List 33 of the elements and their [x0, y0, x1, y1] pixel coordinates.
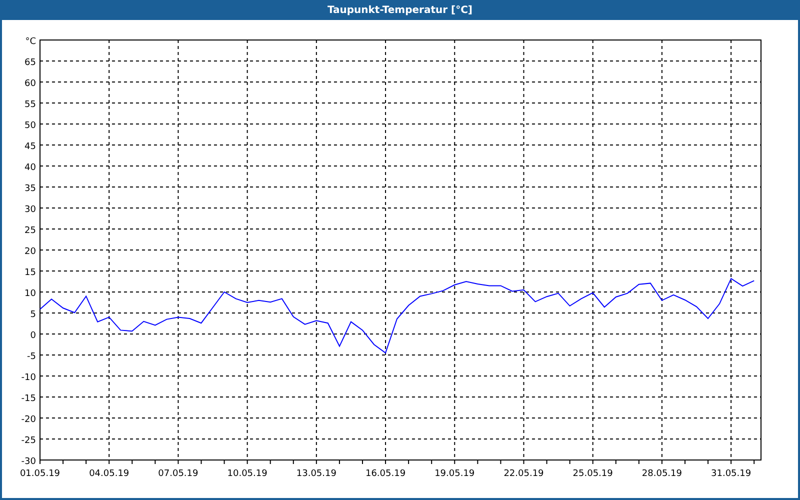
y-tick-label: 15 [24, 268, 36, 278]
window-title: Taupunkt-Temperatur [°C] [327, 4, 472, 16]
y-axis-unit: °C [25, 37, 36, 47]
y-tick-label: -30 [21, 457, 36, 467]
y-tick-label: 5 [30, 310, 36, 320]
y-tick-label: -15 [21, 394, 36, 404]
x-tick-label: 16.05.19 [366, 469, 406, 479]
y-tick-label: 0 [30, 331, 36, 341]
y-tick-label: 50 [24, 121, 36, 131]
x-tick-label: 13.05.19 [296, 469, 336, 479]
y-tick-label: 60 [24, 79, 36, 89]
y-tick-label: -10 [21, 373, 36, 383]
x-tick-label: 31.05.19 [711, 469, 752, 479]
y-tick-label: 65 [24, 58, 36, 68]
x-tick-label: 22.05.19 [504, 469, 544, 479]
y-tick-label: 25 [24, 226, 36, 236]
y-tick-label: 35 [24, 184, 36, 194]
x-tick-label: 25.05.19 [572, 469, 613, 479]
y-tick-label: 10 [24, 289, 36, 299]
y-tick-label: 45 [24, 142, 36, 152]
x-tick-label: 19.05.19 [434, 469, 475, 479]
x-tick-label: 07.05.19 [158, 469, 198, 479]
y-tick-label: 40 [24, 163, 36, 173]
x-tick-label: 04.05.19 [89, 469, 130, 479]
y-tick-label: 55 [24, 100, 36, 110]
x-tick-label: 10.05.19 [227, 469, 268, 479]
y-tick-label: -20 [21, 415, 36, 425]
x-tick-label: 28.05.19 [642, 469, 682, 479]
y-tick-label: 20 [24, 247, 36, 257]
y-tick-label: -5 [27, 352, 36, 362]
y-tick-label: 30 [24, 205, 36, 215]
x-tick-label: 01.05.19 [20, 469, 60, 479]
y-tick-label: -25 [21, 436, 36, 446]
